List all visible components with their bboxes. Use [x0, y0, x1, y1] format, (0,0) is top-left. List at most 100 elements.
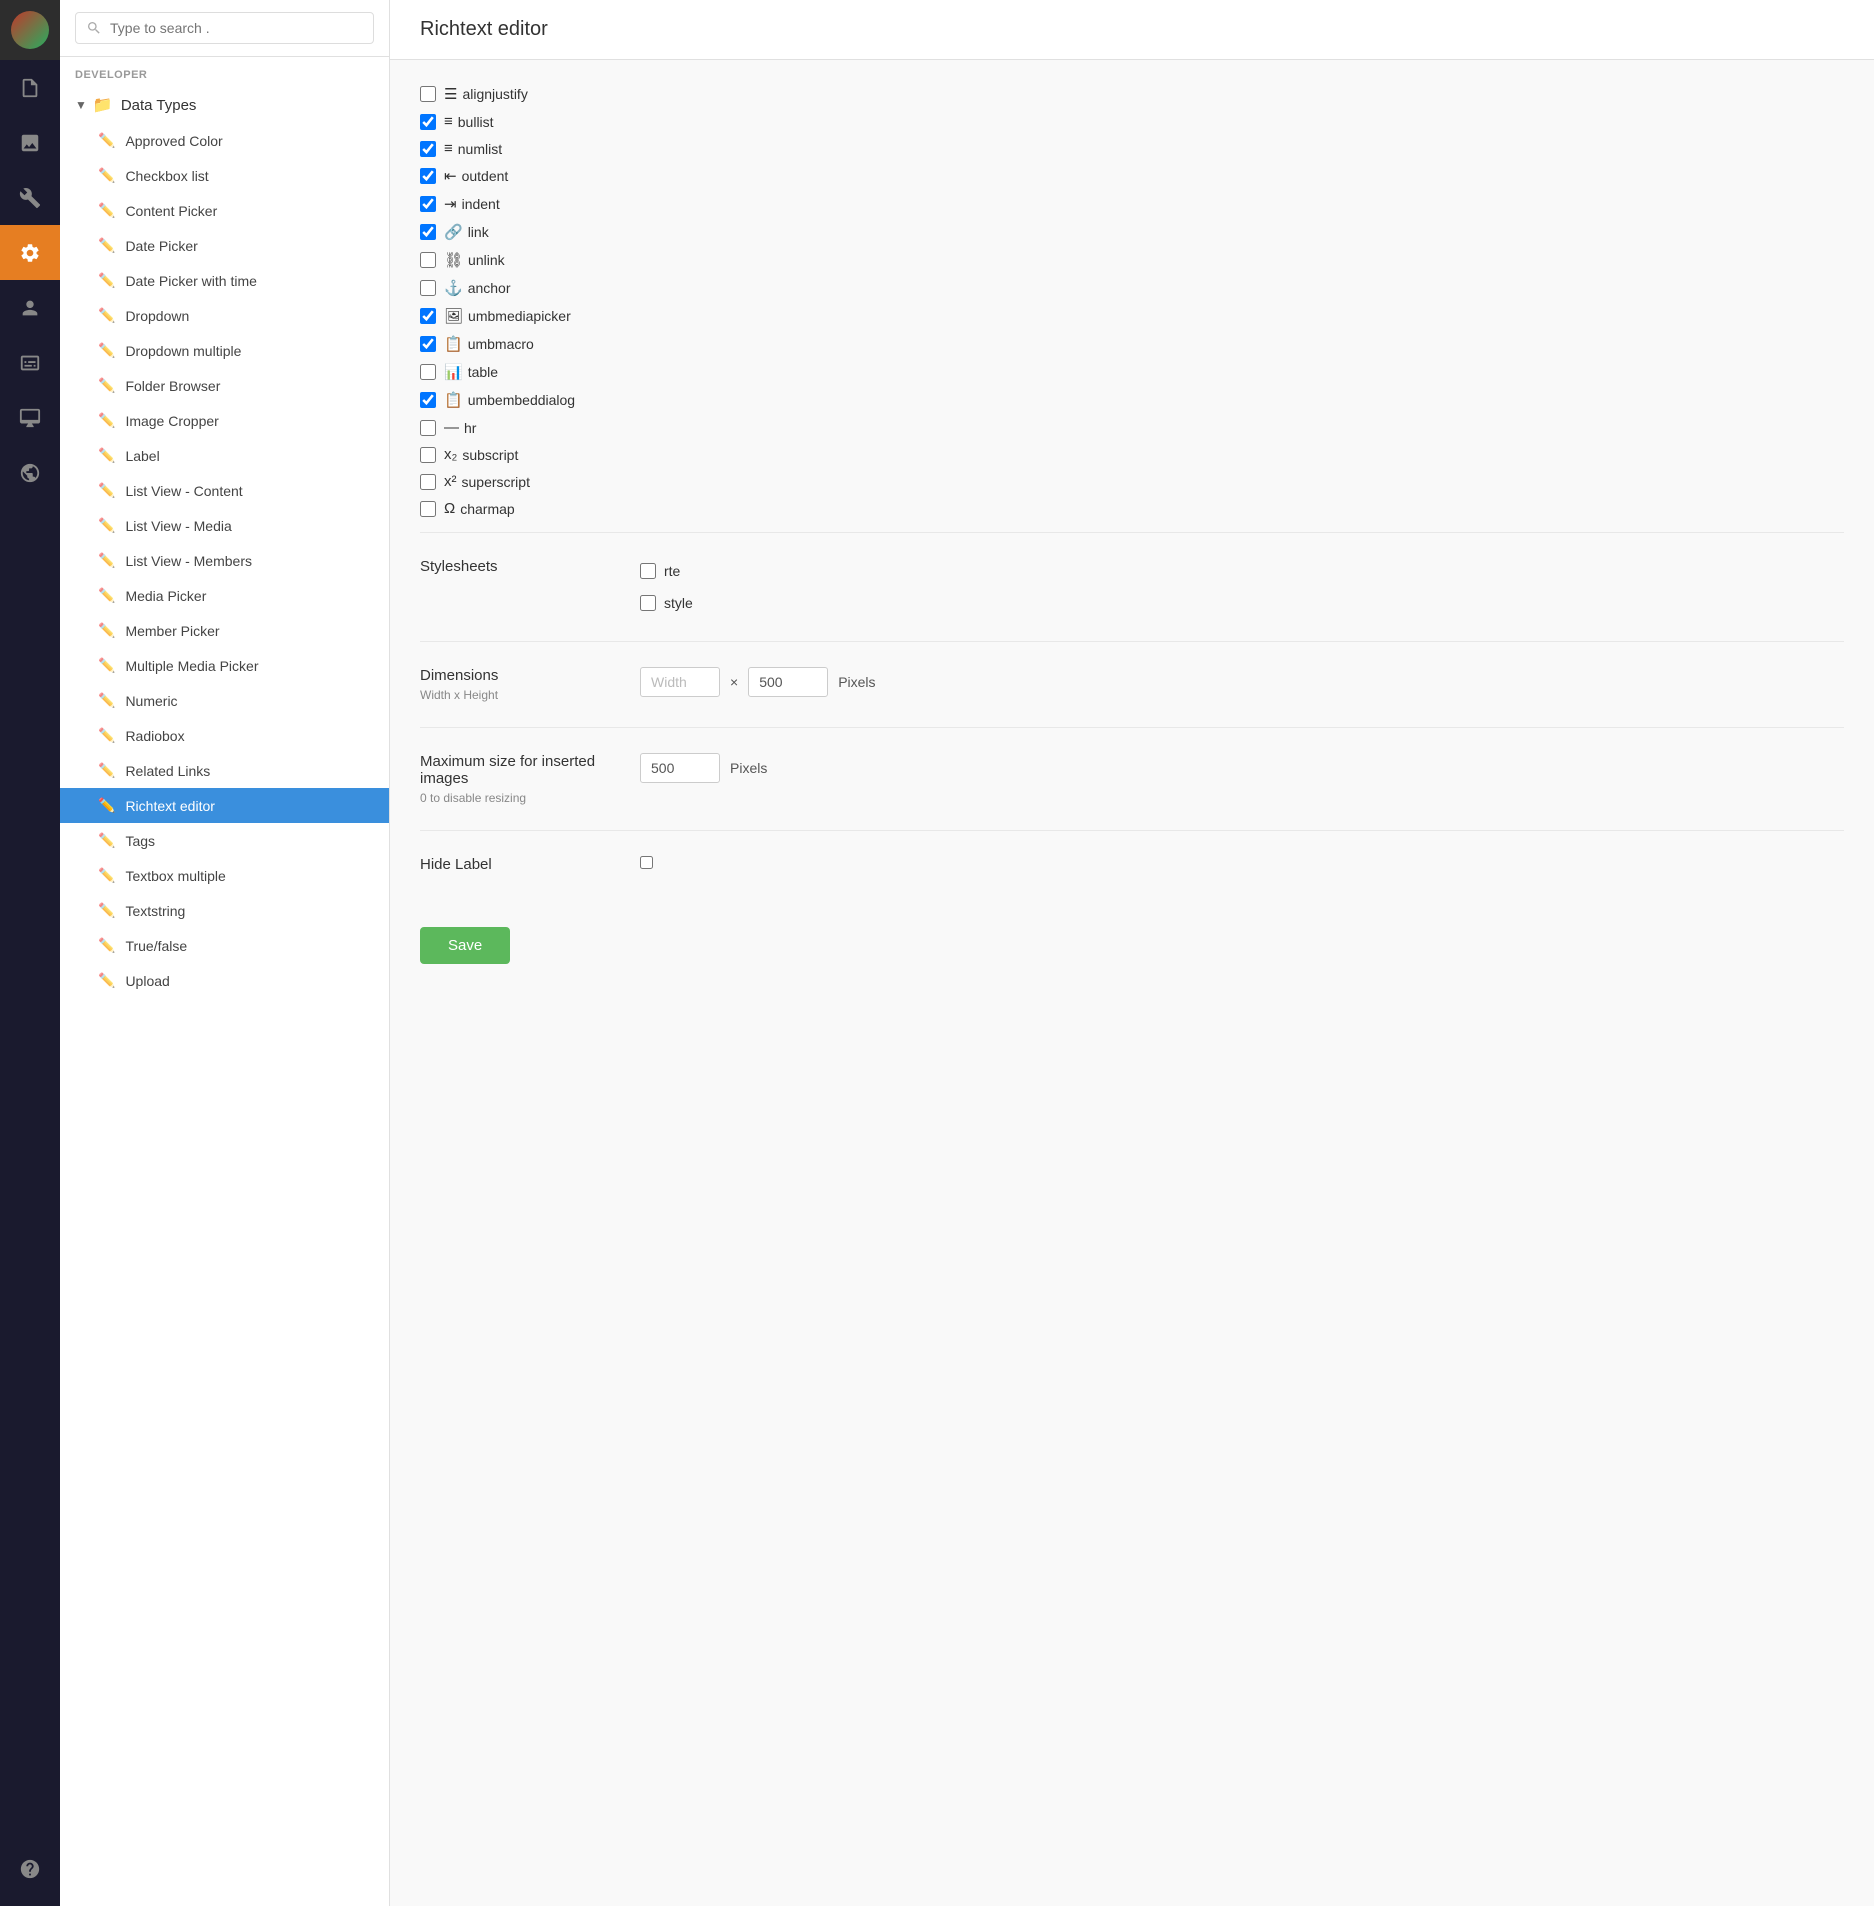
tree-item-icon: ✏️	[98, 272, 115, 289]
tree-item-label: Folder Browser	[125, 378, 220, 394]
toolbar-checkbox[interactable]	[420, 224, 436, 240]
stylesheet-checkbox[interactable]	[640, 595, 656, 611]
tree-item[interactable]: ✏️Multiple Media Picker	[60, 648, 389, 683]
stylesheet-checkbox[interactable]	[640, 563, 656, 579]
toolbar-checkbox[interactable]	[420, 114, 436, 130]
toolbar-item-label: bullist	[458, 114, 494, 130]
toolbar-checkbox[interactable]	[420, 336, 436, 352]
tree-item[interactable]: ✏️Textbox multiple	[60, 858, 389, 893]
toolbar-checkbox[interactable]	[420, 280, 436, 296]
wrench-icon	[19, 187, 41, 209]
toolbar-checkbox[interactable]	[420, 308, 436, 324]
tree-item[interactable]: ✏️ Dropdown	[60, 298, 389, 333]
width-input[interactable]	[640, 667, 720, 697]
tree-item[interactable]: ✏️Folder Browser	[60, 368, 389, 403]
tree-item[interactable]: ✏️ Date Picker with time	[60, 263, 389, 298]
hide-label-checkbox[interactable]	[640, 856, 653, 869]
tree-item[interactable]: ✏️True/false	[60, 928, 389, 963]
main-container: DEVELOPER ▼ 📁 Data Types ✏️Approved Colo…	[60, 0, 1874, 1906]
height-input[interactable]	[748, 667, 828, 697]
tree-item[interactable]: ✏️Checkbox list	[60, 158, 389, 193]
sidebar-item-forms[interactable]	[0, 390, 60, 445]
checkbox-row: ⚓anchor	[420, 274, 1844, 302]
toolbar-checkbox[interactable]	[420, 392, 436, 408]
tree-item[interactable]: ✏️Approved Color	[60, 123, 389, 158]
tree-item-label: Radiobox	[125, 728, 184, 744]
sidebar-item-media[interactable]	[0, 115, 60, 170]
tree-item-label: List View - Content	[125, 483, 242, 499]
tree-item-label: Related Links	[125, 763, 210, 779]
globe-icon	[19, 462, 41, 484]
tree-item[interactable]: ✏️List View - Media	[60, 508, 389, 543]
toolbar-checkbox[interactable]	[420, 86, 436, 102]
tree-item-icon: ✏️	[98, 552, 115, 569]
toolbar-checkbox[interactable]	[420, 501, 436, 517]
save-button[interactable]: Save	[420, 927, 510, 964]
tree-item[interactable]: ✏️Date Picker•••	[60, 228, 389, 263]
sidebar-item-developer[interactable]	[0, 225, 60, 280]
checkbox-row: 🔗link	[420, 218, 1844, 246]
checkbox-row: 📋 umbembeddialog	[420, 386, 1844, 414]
tree-item-icon: ✏️	[98, 412, 115, 429]
tree-item-icon: ✏️	[98, 762, 115, 779]
image-icon	[19, 132, 41, 154]
stylesheet-label: style	[664, 595, 693, 611]
max-size-input[interactable]	[640, 753, 720, 783]
toolbar-item-label: umbmacro	[468, 336, 534, 352]
sidebar-item-translation[interactable]	[0, 445, 60, 500]
checkbox-row: ⇤outdent	[420, 162, 1844, 190]
tree-item[interactable]: ✏️Media Picker	[60, 578, 389, 613]
toolbar-checkbox[interactable]	[420, 364, 436, 380]
tree-item[interactable]: ✏️Image Cropper	[60, 403, 389, 438]
sidebar-item-members[interactable]	[0, 335, 60, 390]
checkbox-row: x²superscript	[420, 468, 1844, 495]
tree-item[interactable]: ✏️List View - Content	[60, 473, 389, 508]
tree-item[interactable]: ✏️Textstring	[60, 893, 389, 928]
tree-item[interactable]: ✏️Richtext editor	[60, 788, 389, 823]
tree-item[interactable]: ✏️Content Picker	[60, 193, 389, 228]
toolbar-checkbox[interactable]	[420, 420, 436, 436]
sidebar-item-settings[interactable]	[0, 170, 60, 225]
tree-item-label: Date Picker with time	[125, 273, 256, 289]
tree-item[interactable]: ✏️ Related Links	[60, 753, 389, 788]
toolbar-item-icon: 📋	[444, 391, 463, 409]
help-button[interactable]	[0, 1841, 60, 1896]
toolbar-item-label: anchor	[468, 280, 511, 296]
tree-item-icon: ✏️	[98, 167, 115, 184]
toolbar-checkbox[interactable]	[420, 196, 436, 212]
tree-container: ▼ 📁 Data Types ✏️Approved Color✏️Checkbo…	[60, 87, 389, 1906]
search-input[interactable]	[110, 20, 363, 36]
tree-item[interactable]: ✏️List View - Members	[60, 543, 389, 578]
tree-item-label: Multiple Media Picker	[125, 658, 258, 674]
sidebar-item-content[interactable]	[0, 60, 60, 115]
group-label: Data Types	[121, 97, 197, 114]
checkbox-row: ⛓unlink	[420, 246, 1844, 274]
tree-item[interactable]: ✏️Numeric	[60, 683, 389, 718]
toolbar-item-icon: ⇤	[444, 167, 457, 185]
tree-group-header[interactable]: ▼ 📁 Data Types	[60, 87, 389, 123]
checkbox-row: ⇥indent	[420, 190, 1844, 218]
toolbar-item-label: umbembeddialog	[468, 392, 575, 408]
checkbox-row: 🖼umbmediapicker	[420, 302, 1844, 330]
toolbar-checkbox[interactable]	[420, 168, 436, 184]
avatar[interactable]	[0, 0, 60, 60]
right-header: Richtext editor	[390, 0, 1874, 60]
toolbar-checkbox[interactable]	[420, 252, 436, 268]
sidebar-item-users[interactable]	[0, 280, 60, 335]
hide-label-label: Hide Label	[420, 856, 640, 873]
tree-item[interactable]: ✏️Member Picker	[60, 613, 389, 648]
toolbar-item-icon: x²	[444, 473, 457, 490]
toolbar-item-icon: ⇥	[444, 195, 457, 213]
tree-item[interactable]: ✏️Upload	[60, 963, 389, 998]
toolbar-checkbox[interactable]	[420, 447, 436, 463]
toolbar-checkbox[interactable]	[420, 474, 436, 490]
tree-item-label: Dropdown	[125, 308, 189, 324]
tree-item[interactable]: ✏️Radiobox	[60, 718, 389, 753]
toolbar-checkbox[interactable]	[420, 141, 436, 157]
tree-item-icon: ✏️	[98, 307, 115, 324]
tree-item[interactable]: ✏️Dropdown multiple	[60, 333, 389, 368]
search-input-wrap[interactable]	[75, 12, 374, 44]
tree-item[interactable]: ✏️Tags	[60, 823, 389, 858]
tree-item[interactable]: ✏️Label	[60, 438, 389, 473]
toolbar-item-icon: 🔗	[444, 223, 463, 241]
